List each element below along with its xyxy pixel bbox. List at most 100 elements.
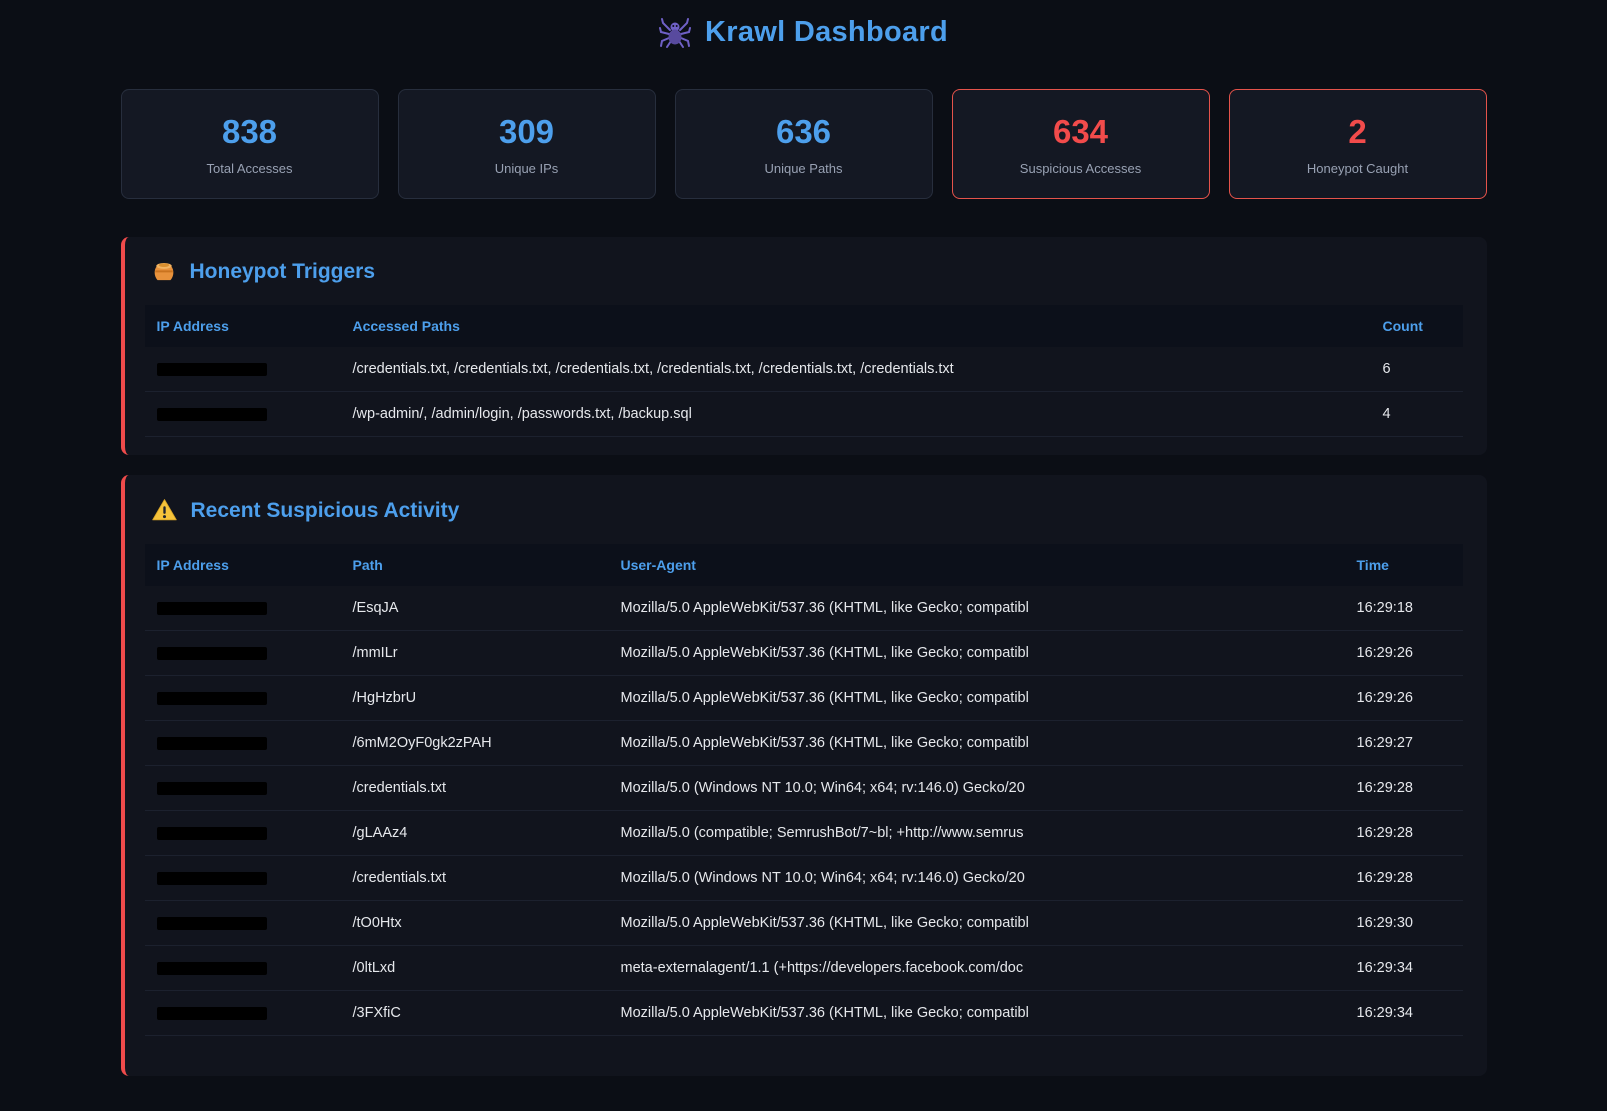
stat-value: 634 (1053, 113, 1108, 151)
user-agent-cell: meta-externalagent/1.1 (+https://develop… (609, 946, 1345, 991)
ip-cell (145, 901, 341, 946)
ip-cell (145, 392, 341, 437)
stats-row: 838 Total Accesses 309 Unique IPs 636 Un… (121, 89, 1487, 199)
redacted-ip-bar (157, 363, 267, 376)
table-row: /credentials.txt Mozilla/5.0 (Windows NT… (145, 856, 1463, 901)
redacted-ip-bar (157, 602, 267, 615)
honeypot-icon (151, 259, 177, 285)
table-row: /EsqJA Mozilla/5.0 AppleWebKit/537.36 (K… (145, 586, 1463, 631)
suspicious-activity-section: Recent Suspicious Activity IP Address Pa… (121, 475, 1487, 1076)
time-cell: 16:29:18 (1345, 586, 1463, 631)
user-agent-cell: Mozilla/5.0 AppleWebKit/537.36 (KHTML, l… (609, 721, 1345, 766)
stat-label: Unique Paths (764, 161, 842, 176)
stat-label: Suspicious Accesses (1020, 161, 1141, 176)
column-header-paths: Accessed Paths (341, 305, 1371, 347)
column-header-count: Count (1371, 305, 1463, 347)
ip-cell (145, 946, 341, 991)
paths-cell: /credentials.txt, /credentials.txt, /cre… (341, 347, 1371, 392)
user-agent-cell: Mozilla/5.0 (Windows NT 10.0; Win64; x64… (609, 856, 1345, 901)
stat-card-suspicious-accesses: 634 Suspicious Accesses (952, 89, 1210, 199)
table-header-row: IP Address Accessed Paths Count (145, 305, 1463, 347)
stat-value: 309 (499, 113, 554, 151)
stat-value: 636 (776, 113, 831, 151)
count-cell: 6 (1371, 347, 1463, 392)
redacted-ip-bar (157, 782, 267, 795)
stat-label: Total Accesses (207, 161, 293, 176)
section-heading: Recent Suspicious Activity (191, 499, 460, 523)
stat-label: Unique IPs (495, 161, 559, 176)
time-cell: 16:29:28 (1345, 856, 1463, 901)
stat-card-unique-ips: 309 Unique IPs (398, 89, 656, 199)
ip-cell (145, 347, 341, 392)
column-header-user-agent: User-Agent (609, 544, 1345, 586)
stat-card-total-accesses: 838 Total Accesses (121, 89, 379, 199)
stat-value: 2 (1348, 113, 1366, 151)
time-cell: 16:29:28 (1345, 811, 1463, 856)
time-cell: 16:29:34 (1345, 991, 1463, 1036)
redacted-ip-bar (157, 917, 267, 930)
table-row: /mmILr Mozilla/5.0 AppleWebKit/537.36 (K… (145, 631, 1463, 676)
time-cell: 16:29:34 (1345, 946, 1463, 991)
column-header-ip: IP Address (145, 544, 341, 586)
ip-cell (145, 676, 341, 721)
ip-cell (145, 721, 341, 766)
redacted-ip-bar (157, 408, 267, 421)
time-cell: 16:29:28 (1345, 766, 1463, 811)
ip-cell (145, 856, 341, 901)
paths-cell: /wp-admin/, /admin/login, /passwords.txt… (341, 392, 1371, 437)
redacted-ip-bar (157, 737, 267, 750)
warning-icon (151, 497, 178, 524)
page-header: Krawl Dashboard (121, 16, 1487, 49)
path-cell: /tO0Htx (341, 901, 609, 946)
path-cell: /0ltLxd (341, 946, 609, 991)
table-row: /0ltLxd meta-externalagent/1.1 (+https:/… (145, 946, 1463, 991)
time-cell: 16:29:26 (1345, 631, 1463, 676)
spider-icon (659, 17, 691, 49)
user-agent-cell: Mozilla/5.0 AppleWebKit/537.36 (KHTML, l… (609, 901, 1345, 946)
ip-cell (145, 766, 341, 811)
time-cell: 16:29:26 (1345, 676, 1463, 721)
redacted-ip-bar (157, 692, 267, 705)
count-cell: 4 (1371, 392, 1463, 437)
table-row: /3FXfiC Mozilla/5.0 AppleWebKit/537.36 (… (145, 991, 1463, 1036)
user-agent-cell: Mozilla/5.0 (Windows NT 10.0; Win64; x64… (609, 766, 1345, 811)
redacted-ip-bar (157, 962, 267, 975)
table-row: /HgHzbrU Mozilla/5.0 AppleWebKit/537.36 … (145, 676, 1463, 721)
table-header-row: IP Address Path User-Agent Time (145, 544, 1463, 586)
section-title-suspicious: Recent Suspicious Activity (145, 497, 1463, 524)
ip-cell (145, 991, 341, 1036)
section-title-honeypot: Honeypot Triggers (145, 259, 1463, 285)
honeypot-table: IP Address Accessed Paths Count /credent… (145, 305, 1463, 437)
page-title: Krawl Dashboard (705, 16, 948, 49)
path-cell: /mmILr (341, 631, 609, 676)
table-row: /credentials.txt, /credentials.txt, /cre… (145, 347, 1463, 392)
path-cell: /credentials.txt (341, 766, 609, 811)
suspicious-activity-table: IP Address Path User-Agent Time /EsqJA M… (145, 544, 1463, 1036)
user-agent-cell: Mozilla/5.0 AppleWebKit/537.36 (KHTML, l… (609, 631, 1345, 676)
table-row: /6mM2OyF0gk2zPAH Mozilla/5.0 AppleWebKit… (145, 721, 1463, 766)
column-header-ip: IP Address (145, 305, 341, 347)
dashboard-page: Krawl Dashboard 838 Total Accesses 309 U… (121, 0, 1487, 1076)
redacted-ip-bar (157, 872, 267, 885)
column-header-path: Path (341, 544, 609, 586)
user-agent-cell: Mozilla/5.0 AppleWebKit/537.36 (KHTML, l… (609, 991, 1345, 1036)
stat-card-honeypot-caught: 2 Honeypot Caught (1229, 89, 1487, 199)
stat-value: 838 (222, 113, 277, 151)
table-row: /credentials.txt Mozilla/5.0 (Windows NT… (145, 766, 1463, 811)
path-cell: /6mM2OyF0gk2zPAH (341, 721, 609, 766)
section-heading: Honeypot Triggers (190, 260, 376, 284)
path-cell: /gLAAz4 (341, 811, 609, 856)
stat-card-unique-paths: 636 Unique Paths (675, 89, 933, 199)
path-cell: /EsqJA (341, 586, 609, 631)
redacted-ip-bar (157, 1007, 267, 1020)
time-cell: 16:29:27 (1345, 721, 1463, 766)
stat-label: Honeypot Caught (1307, 161, 1408, 176)
user-agent-cell: Mozilla/5.0 AppleWebKit/537.36 (KHTML, l… (609, 676, 1345, 721)
table-row: /gLAAz4 Mozilla/5.0 (compatible; Semrush… (145, 811, 1463, 856)
ip-cell (145, 811, 341, 856)
path-cell: /3FXfiC (341, 991, 609, 1036)
column-header-time: Time (1345, 544, 1463, 586)
user-agent-cell: Mozilla/5.0 (compatible; SemrushBot/7~bl… (609, 811, 1345, 856)
ip-cell (145, 631, 341, 676)
redacted-ip-bar (157, 647, 267, 660)
